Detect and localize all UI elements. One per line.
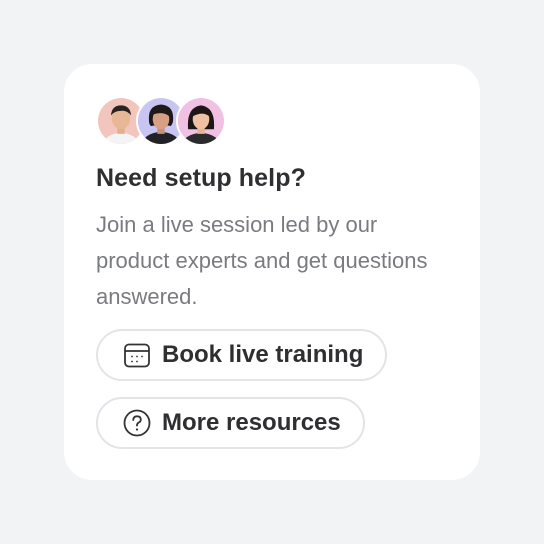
avatar: [176, 96, 226, 146]
setup-help-card: Need setup help? Join a live session led…: [64, 64, 480, 480]
card-title: Need setup help?: [96, 164, 306, 192]
question-circle-icon: [122, 408, 152, 438]
calendar-icon: [122, 340, 152, 370]
book-live-training-button[interactable]: Book live training: [96, 329, 388, 381]
expert-avatars: [96, 96, 448, 146]
more-resources-label: More resources: [162, 409, 341, 436]
more-resources-button[interactable]: More resources: [96, 397, 365, 449]
card-description: Join a live session led by our product e…: [96, 212, 428, 309]
book-live-training-label: Book live training: [162, 341, 364, 368]
